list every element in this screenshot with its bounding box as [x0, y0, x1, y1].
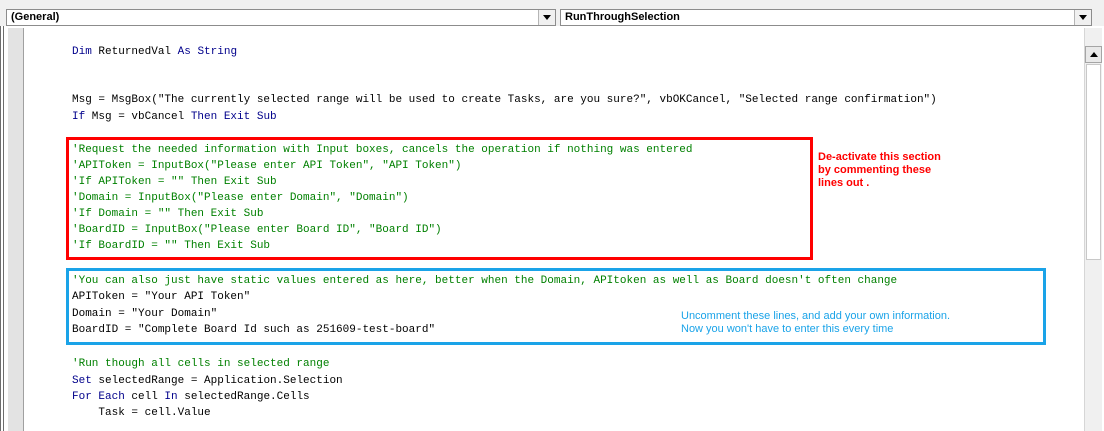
red-annotation-line: by commenting these — [818, 164, 932, 176]
chevron-down-icon[interactable] — [538, 10, 555, 25]
object-dropdown[interactable]: (General) — [6, 9, 556, 26]
scroll-thumb[interactable] — [1086, 64, 1101, 260]
code-token: selectedRange.Cells — [177, 391, 310, 403]
keyword-token: For Each — [72, 391, 125, 403]
keyword-token: Dim — [72, 46, 92, 58]
code-token: Msg = vbCancel — [85, 111, 191, 123]
red-annotation-note: De-activate this section by commenting t… — [818, 151, 941, 190]
chevron-down-icon[interactable] — [1074, 10, 1091, 25]
code-line[interactable]: Task = cell.Value — [72, 405, 210, 421]
code-token: cell — [124, 391, 165, 403]
code-line[interactable]: Set selectedRange = Application.Selectio… — [72, 373, 343, 389]
vba-editor-window: (General) RunThroughSelection Dim Return… — [0, 0, 1104, 431]
frame-border-left — [0, 26, 1, 431]
procedure-dropdown-value: RunThroughSelection — [565, 11, 680, 23]
keyword-token: Then Exit Sub — [190, 111, 277, 123]
red-annotation-line: De-activate this section — [818, 151, 941, 163]
code-window-toolbar: (General) RunThroughSelection — [0, 0, 1104, 26]
procedure-dropdown[interactable]: RunThroughSelection — [560, 9, 1092, 26]
frame-border-inner — [3, 26, 4, 431]
vertical-scrollbar[interactable] — [1084, 28, 1102, 431]
red-highlight-box — [66, 137, 813, 260]
code-line[interactable]: For Each cell In selectedRange.Cells — [72, 389, 310, 405]
keyword-token: If — [72, 111, 86, 123]
code-line[interactable]: If Msg = vbCancel Then Exit Sub — [72, 109, 277, 125]
comment-line[interactable]: 'Run though all cells in selected range — [72, 356, 329, 372]
object-dropdown-value: (General) — [11, 11, 60, 23]
keyword-token: Set — [72, 375, 92, 387]
blue-annotation-line: Now you won't have to enter this every t… — [681, 323, 894, 335]
keyword-token: As String — [177, 46, 238, 58]
keyword-token: In — [164, 391, 178, 403]
code-line[interactable]: Msg = MsgBox("The currently selected ran… — [72, 92, 937, 108]
code-token: selectedRange = Application.Selection — [91, 375, 343, 387]
scroll-up-arrow-icon[interactable] — [1085, 46, 1102, 63]
red-annotation-line: lines out . — [818, 177, 870, 189]
blue-annotation-line: Uncomment these lines, and add your own … — [681, 310, 951, 322]
code-token: ReturnedVal — [91, 46, 178, 58]
margin-indicator-bar[interactable] — [8, 28, 24, 431]
blue-annotation-note: Uncomment these lines, and add your own … — [681, 310, 950, 336]
code-line[interactable]: Dim ReturnedVal As String — [72, 44, 237, 60]
